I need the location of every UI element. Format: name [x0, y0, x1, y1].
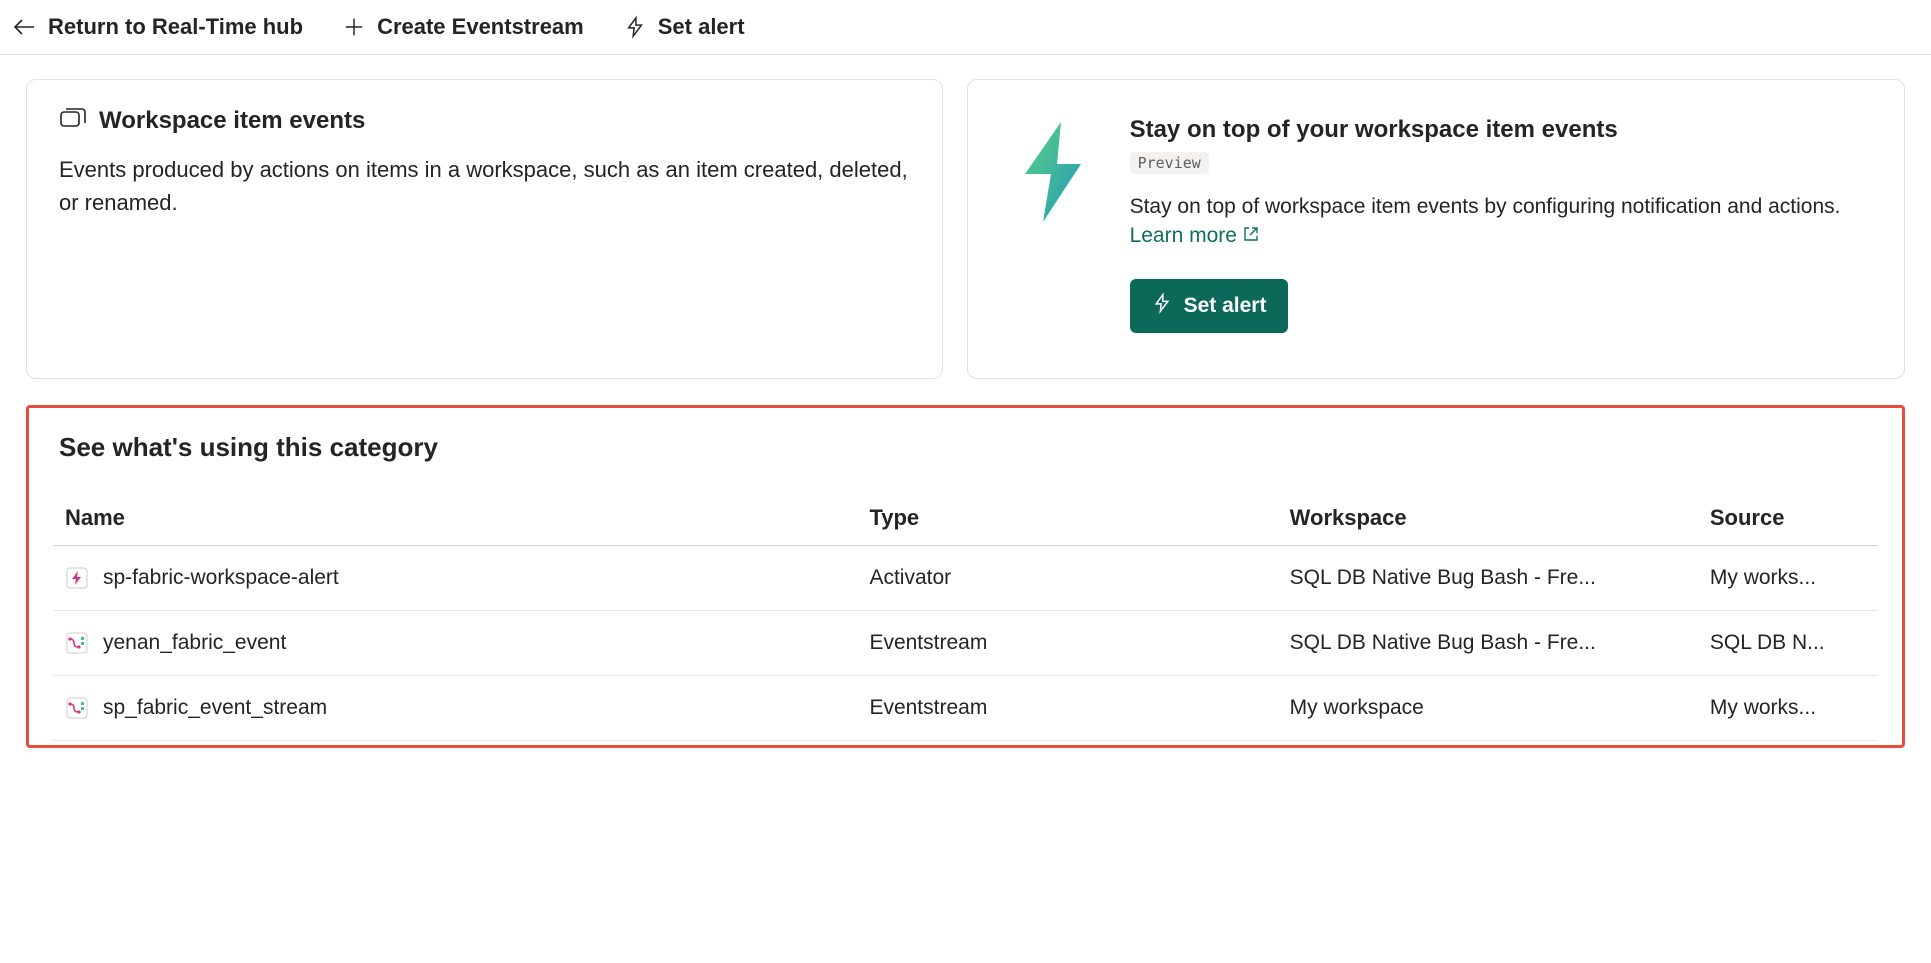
table-row[interactable]: yenan_fabric_event EventstreamSQL DB Nati… — [53, 611, 1878, 676]
left-card-description: Events produced by actions on items in a… — [59, 153, 910, 219]
eventstream-icon — [65, 631, 89, 655]
item-source: My works... — [1698, 546, 1878, 611]
item-type: Eventstream — [857, 611, 1277, 676]
item-source: SQL DB N... — [1698, 611, 1878, 676]
arrow-left-icon — [12, 15, 36, 39]
table-row[interactable]: sp-fabric-workspace-alert ActivatorSQL DB… — [53, 546, 1878, 611]
item-workspace: My workspace — [1278, 676, 1698, 741]
col-header-workspace[interactable]: Workspace — [1278, 491, 1698, 546]
item-type: Eventstream — [857, 676, 1277, 741]
lightning-icon — [624, 15, 646, 39]
plus-icon — [343, 16, 365, 38]
workspace-stack-icon — [59, 106, 87, 135]
return-label: Return to Real-Time hub — [48, 14, 303, 40]
item-type: Activator — [857, 546, 1277, 611]
item-name: yenan_fabric_event — [103, 631, 286, 655]
usage-section: See what's using this category Name Type… — [26, 405, 1905, 748]
return-to-hub-button[interactable]: Return to Real-Time hub — [12, 14, 303, 40]
lightning-gradient-icon — [1017, 122, 1089, 227]
top-toolbar: Return to Real-Time hub Create Eventstre… — [0, 0, 1931, 55]
learn-more-link[interactable]: Learn more — [1130, 221, 1259, 250]
col-header-name[interactable]: Name — [53, 491, 857, 546]
table-row[interactable]: sp_fabric_event_streamEventstreamMy work… — [53, 676, 1878, 741]
alert-label: Set alert — [658, 14, 745, 40]
col-header-type[interactable]: Type — [857, 491, 1277, 546]
item-workspace: SQL DB Native Bug Bash - Fre... — [1278, 546, 1698, 611]
activator-icon — [65, 566, 89, 590]
stay-on-top-card: Stay on top of your workspace item event… — [967, 79, 1905, 379]
item-source: My works... — [1698, 676, 1878, 741]
workspace-events-card: Workspace item events Events produced by… — [26, 79, 943, 379]
item-name: sp-fabric-workspace-alert — [103, 566, 339, 590]
content-area: Workspace item events Events produced by… — [0, 55, 1931, 772]
right-card-description: Stay on top of workspace item events by … — [1130, 192, 1864, 251]
table-header-row: Name Type Workspace Source — [53, 491, 1878, 546]
usage-section-title: See what's using this category — [53, 432, 1878, 463]
right-card-title: Stay on top of your workspace item event… — [1130, 116, 1864, 144]
left-card-title: Workspace item events — [99, 107, 365, 135]
set-alert-toolbar-button[interactable]: Set alert — [624, 14, 745, 40]
item-workspace: SQL DB Native Bug Bash - Fre... — [1278, 611, 1698, 676]
usage-table: Name Type Workspace Source sp-fabric-wor… — [53, 491, 1878, 741]
preview-badge: Preview — [1130, 152, 1209, 174]
create-label: Create Eventstream — [377, 14, 584, 40]
create-eventstream-button[interactable]: Create Eventstream — [343, 14, 584, 40]
set-alert-button[interactable]: Set alert — [1130, 279, 1289, 333]
item-name: sp_fabric_event_stream — [103, 696, 327, 720]
lightning-icon — [1152, 291, 1172, 321]
cards-row: Workspace item events Events produced by… — [26, 79, 1905, 379]
external-link-icon — [1243, 221, 1259, 250]
col-header-source[interactable]: Source — [1698, 491, 1878, 546]
eventstream-icon — [65, 696, 89, 720]
